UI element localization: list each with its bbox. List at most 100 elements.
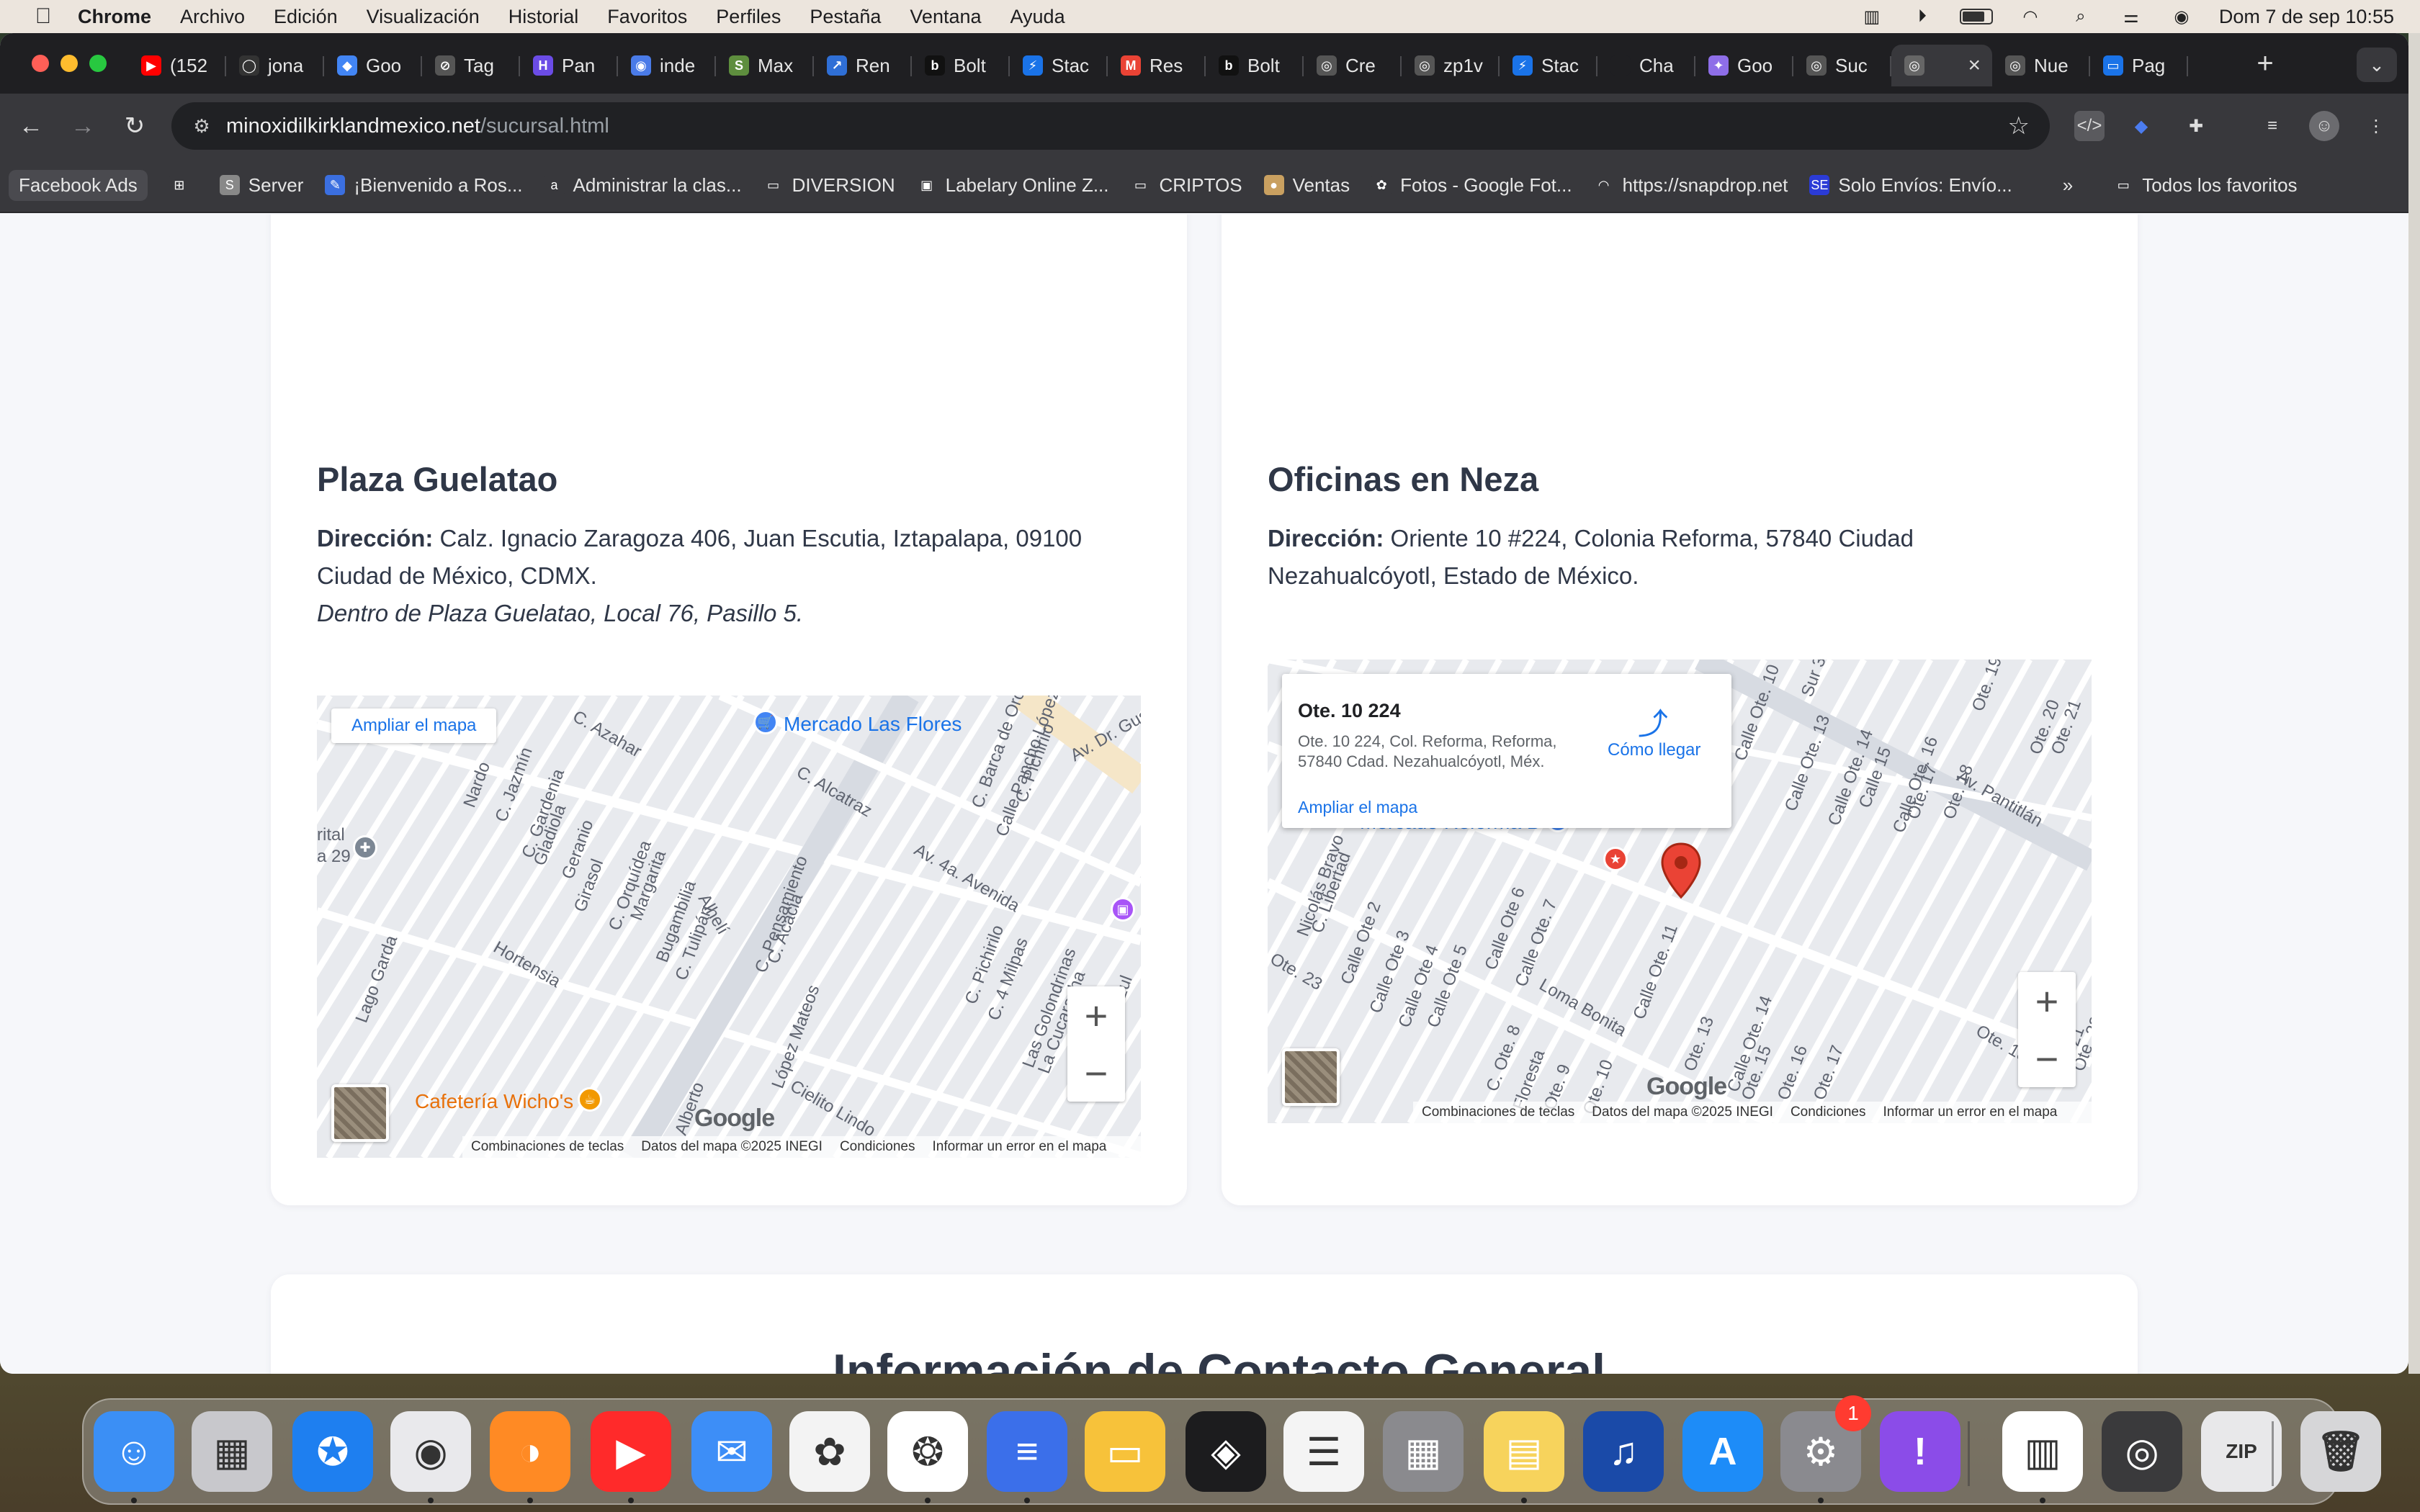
dock-feedback-icon[interactable]: !	[1880, 1411, 1960, 1492]
wifi-icon[interactable]: ◠	[2017, 7, 2043, 27]
browser-tab[interactable]: ⚡ Stac	[1010, 45, 1108, 86]
browser-tab[interactable]: ◎ ×	[1891, 45, 1992, 86]
apple-menu-icon[interactable]: 	[27, 4, 59, 29]
satellite-layer-toggle[interactable]	[331, 1084, 389, 1142]
siri-icon[interactable]: ◉	[2169, 7, 2195, 27]
expand-map-link[interactable]: Ampliar el mapa	[331, 708, 497, 743]
menu-favoritos[interactable]: Favoritos	[607, 6, 687, 28]
satellite-layer-toggle[interactable]	[1282, 1048, 1340, 1106]
menu-archivo[interactable]: Archivo	[180, 6, 245, 28]
tag-extension-icon[interactable]: ◆	[2126, 111, 2156, 141]
dock-app-store-cube-icon[interactable]: ◈	[1186, 1411, 1266, 1492]
browser-tab[interactable]: ◯ jona	[226, 45, 324, 86]
bookmark-item[interactable]: ◠ https://snapdrop.net	[1593, 174, 1788, 197]
dock-launchpad-icon[interactable]: ▦	[192, 1411, 272, 1492]
bookmark-item[interactable]: ▭ DIVERSION	[763, 174, 895, 197]
menu-ventana[interactable]: Ventana	[910, 6, 981, 28]
profile-avatar[interactable]: ☺	[2309, 111, 2339, 141]
dock-audacity-icon[interactable]: ♫	[1583, 1411, 1664, 1492]
minimize-window-button[interactable]	[60, 55, 78, 72]
bookmark-item[interactable]: a Administrar la clas...	[544, 174, 742, 197]
barcode-app-icon[interactable]: ▥	[1859, 7, 1885, 27]
dock-chatgpt-icon[interactable]: ❂	[887, 1411, 968, 1492]
bookmark-item[interactable]: SE Solo Envíos: Envío...	[1809, 174, 2012, 197]
browser-tab[interactable]: Cha	[1597, 45, 1695, 86]
fullscreen-window-button[interactable]	[89, 55, 107, 72]
terms-link[interactable]: Condiciones	[1791, 1104, 1866, 1120]
poi-cafeteria-wichos[interactable]: Cafetería Wicho's	[415, 1090, 573, 1113]
forward-button[interactable]: →	[66, 109, 99, 143]
browser-tab[interactable]: ⊘ Tag	[422, 45, 520, 86]
cafe-pin-icon[interactable]: ☕	[578, 1087, 602, 1112]
media-controls-icon[interactable]: ≡	[2257, 111, 2287, 141]
bookmark-item[interactable]: ✎ ¡Bienvenido a Ros...	[325, 174, 523, 197]
map-embed-oficinas-neza[interactable]: Calle Ote. 10 Calle Ote. 13 Calle Ote. 14 C…	[1268, 660, 2092, 1123]
bookmark-item[interactable]: ● Ventas	[1263, 174, 1350, 197]
bookmark-item[interactable]: ▣ Labelary Online Z...	[916, 174, 1109, 197]
report-error-link[interactable]: Informar un error en el mapa	[933, 1139, 1107, 1155]
play-circle-icon[interactable]: ⏵	[1909, 6, 1935, 26]
browser-tab[interactable]: H Pan	[520, 45, 618, 86]
browser-tab[interactable]: M Res	[1108, 45, 1206, 86]
menubar-clock[interactable]: Dom 7 de sep 10:55	[2219, 6, 2394, 28]
close-tab-icon[interactable]: ×	[1968, 53, 1981, 78]
report-error-link[interactable]: Informar un error en el mapa	[1883, 1104, 2058, 1120]
browser-tab[interactable]: ↗ Ren	[814, 45, 912, 86]
zoom-out-button[interactable]: −	[2018, 1030, 2076, 1087]
dock-docs-icon[interactable]: ≡	[987, 1411, 1067, 1492]
browser-tab[interactable]: S Max	[716, 45, 814, 86]
bookmark-star-icon[interactable]: ☆	[2008, 112, 2030, 140]
bookmark-item[interactable]: ▭ CRIPTOS	[1130, 174, 1242, 197]
spotlight-search-icon[interactable]: ⌕	[2068, 6, 2094, 26]
menu-visualizacion[interactable]: Visualización	[367, 6, 480, 28]
control-center-icon[interactable]: ⚌	[2118, 7, 2144, 27]
dock-finder-icon[interactable]: ☺	[94, 1411, 174, 1492]
menu-pestana[interactable]: Pestaña	[810, 6, 881, 28]
dock-chrome-icon[interactable]: ◉	[390, 1411, 471, 1492]
dock-quicktime-icon[interactable]: ◎	[2102, 1411, 2182, 1492]
browser-tab[interactable]: ✦ Goo	[1695, 45, 1793, 86]
hospital-pin-icon[interactable]: ✚	[353, 835, 377, 860]
dock-firefox-icon[interactable]: ◑	[490, 1411, 570, 1492]
url-text[interactable]: minoxidilkirklandmexico.net/sucursal.htm…	[226, 114, 609, 138]
directions-link[interactable]: Cómo llegar	[1608, 740, 1700, 760]
extensions-puzzle-icon[interactable]: ✚	[2181, 111, 2211, 141]
zoom-in-button[interactable]: +	[1067, 986, 1125, 1044]
poi-mercado-las-flores[interactable]: Mercado Las Flores	[784, 713, 962, 736]
directions-icon[interactable]: ⤴	[1638, 700, 1668, 744]
terms-link[interactable]: Condiciones	[840, 1139, 915, 1155]
menu-historial[interactable]: Historial	[508, 6, 579, 28]
new-tab-button[interactable]: +	[2247, 48, 2283, 80]
dock-archive-icon[interactable]: ZIP	[2201, 1411, 2282, 1492]
zoom-in-button[interactable]: +	[2018, 972, 2076, 1030]
dock-safari-icon[interactable]: ✪	[292, 1411, 373, 1492]
back-button[interactable]: ←	[14, 109, 48, 143]
bookmark-item[interactable]: ✿ Fotos - Google Fot...	[1371, 174, 1572, 197]
devtools-extension-icon[interactable]: </>	[2074, 111, 2105, 141]
bookmark-item[interactable]: Facebook Ads	[9, 169, 148, 201]
address-bar[interactable]: ⚙ minoxidilkirklandmexico.net/sucursal.h…	[171, 102, 2050, 150]
browser-tab[interactable]: ▶ (152	[128, 45, 226, 86]
dock-notes-icon[interactable]: ▤	[1484, 1411, 1564, 1492]
browser-tab[interactable]: ◎ Cre	[1304, 45, 1402, 86]
zoom-out-button[interactable]: −	[1067, 1044, 1125, 1102]
map-embed-plaza-guelatao[interactable]: C. Azahar Nardo C. Jazmín C. Gardenia Gladio…	[317, 696, 1141, 1158]
browser-tab[interactable]: ◎ zp1v	[1402, 45, 1500, 86]
menu-perfiles[interactable]: Perfiles	[716, 6, 781, 28]
tab-search-button[interactable]: ⌄	[2357, 48, 2397, 82]
menu-chrome[interactable]: Chrome	[78, 6, 151, 28]
dock-trash-icon[interactable]: 🗑	[2300, 1411, 2381, 1492]
close-window-button[interactable]	[32, 55, 49, 72]
dock-mac-barcode-icon[interactable]: ▥	[2002, 1411, 2083, 1492]
bookmark-item[interactable]: ⊞	[169, 175, 198, 195]
dock-mail-icon[interactable]: ✉	[691, 1411, 772, 1492]
dock-keynote-icon[interactable]: ▭	[1085, 1411, 1165, 1492]
browser-tab[interactable]: ◎ Suc	[1793, 45, 1891, 86]
shop-pin-icon[interactable]: ▣	[1111, 897, 1135, 922]
dock-reminders-icon[interactable]: ☰	[1283, 1411, 1364, 1492]
dock-youtube-icon[interactable]: ▶	[591, 1411, 671, 1492]
bookmark-item[interactable]: S Server	[219, 174, 303, 197]
keyboard-shortcuts-link[interactable]: Combinaciones de teclas	[1422, 1104, 1574, 1120]
browser-tab[interactable]: b Bolt	[912, 45, 1010, 86]
expand-map-link[interactable]: Ampliar el mapa	[1298, 798, 1417, 817]
